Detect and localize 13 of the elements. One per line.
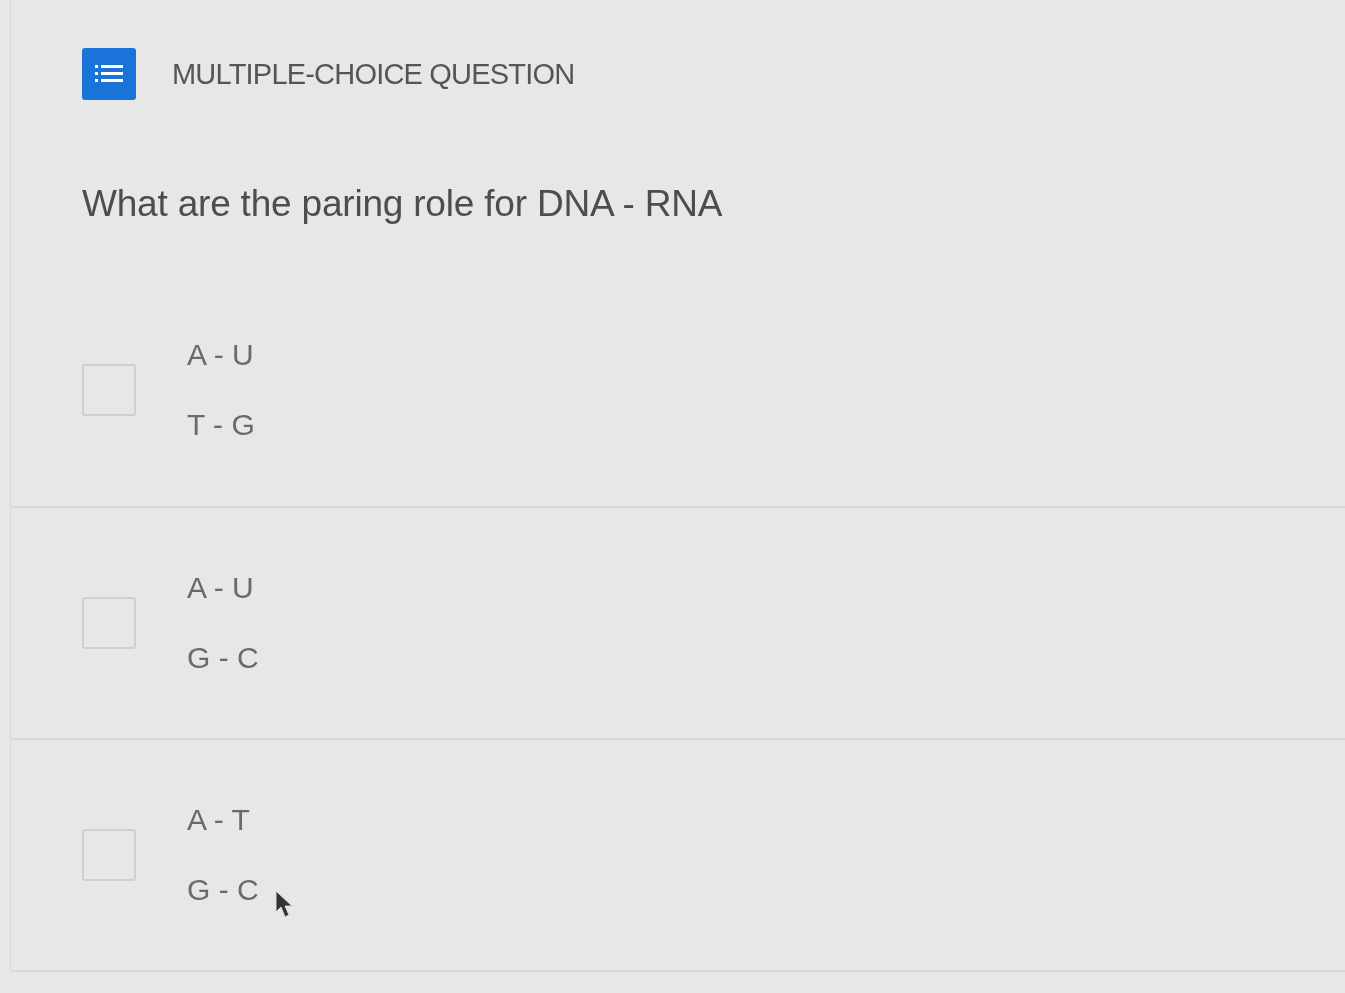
answer-checkbox[interactable]: [82, 829, 136, 881]
answer-line: A - U: [187, 337, 255, 373]
answer-line: A - U: [187, 570, 255, 606]
list-icon: [82, 48, 136, 100]
answer-checkbox[interactable]: [82, 364, 136, 416]
mouse-pointer-icon: [275, 890, 293, 918]
answer-checkbox[interactable]: [82, 597, 136, 649]
answer-line: A - T: [187, 802, 251, 838]
answer-line: T - G: [187, 407, 255, 443]
answer-line: G - C: [187, 640, 259, 676]
answer-line: G - C: [187, 872, 259, 908]
question-text: What are the paring role for DNA - RNA: [82, 182, 723, 226]
question-type-title: MULTIPLE-CHOICE QUESTION: [172, 57, 575, 91]
